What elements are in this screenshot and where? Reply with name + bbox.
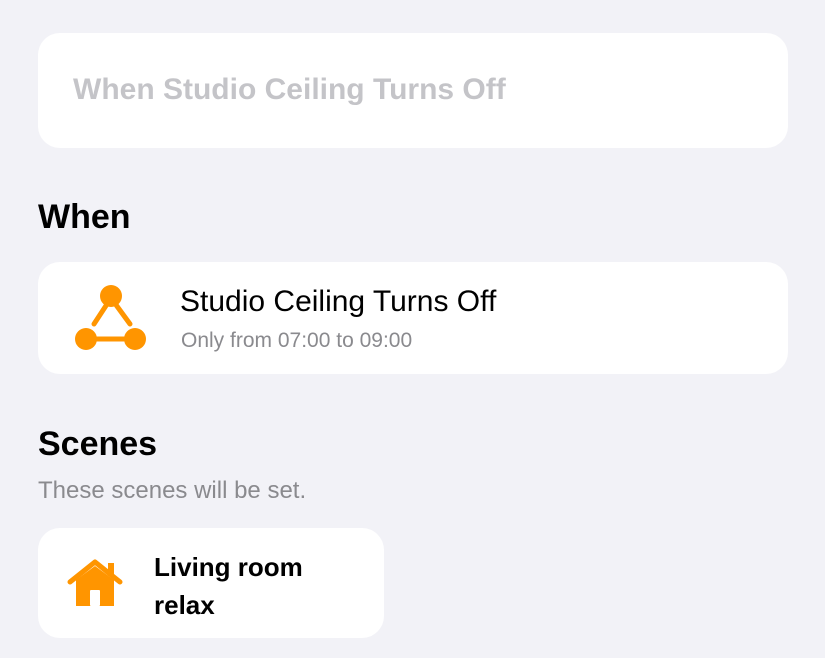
- trigger-row[interactable]: Studio Ceiling Turns Off Only from 07:00…: [38, 262, 788, 374]
- scenes-section-title: Scenes: [38, 425, 158, 463]
- scenes-section-subtitle: These scenes will be set.: [38, 477, 307, 504]
- trigger-time-condition: Only from 07:00 to 09:00: [181, 329, 413, 352]
- trigger-title: Studio Ceiling Turns Off: [180, 285, 497, 318]
- when-section-title: When: [38, 198, 131, 236]
- automation-name-text: When Studio Ceiling Turns Off: [73, 73, 506, 106]
- automation-name-field[interactable]: When Studio Ceiling Turns Off: [38, 33, 788, 148]
- scene-tile-living-room-relax[interactable]: Living room relax: [38, 528, 384, 638]
- home-icon: [66, 558, 124, 608]
- automation-trigger-icon: [74, 284, 148, 352]
- scene-name: Living room relax: [154, 552, 303, 620]
